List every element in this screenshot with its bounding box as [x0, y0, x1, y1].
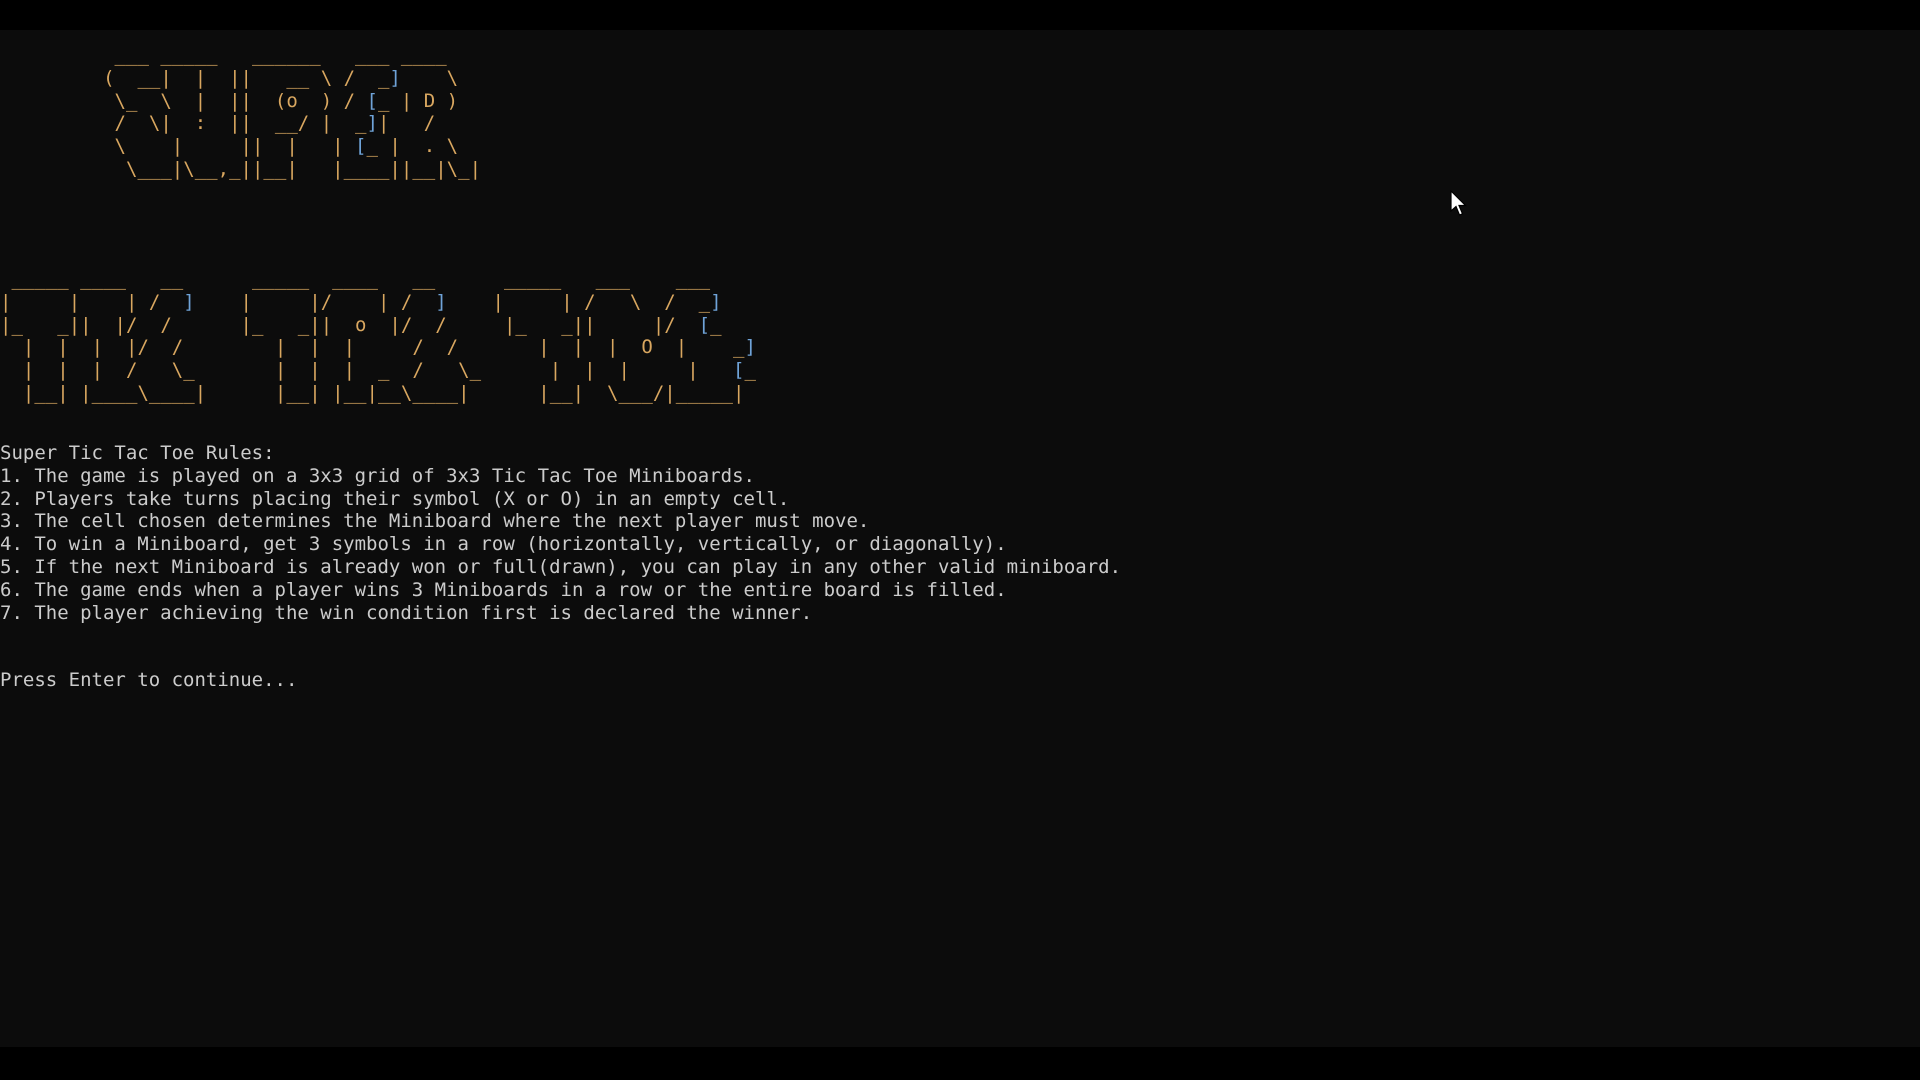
- rule-item: 7. The player achieving the win conditio…: [0, 601, 813, 624]
- ascii-art-line: / \| : || __/ | _]| /: [114, 112, 436, 135]
- ascii-art-line: | | | |/ / | | | / / | | | O | _]: [22, 336, 756, 359]
- rule-item: 5. If the next Miniboard is already won …: [0, 555, 1122, 578]
- ascii-art-line: \___|\__,_||__| |____||__|\_|: [125, 157, 482, 180]
- ascii-art-line: \ | || | | [_ | . \: [114, 135, 459, 158]
- rule-item: 1. The game is played on a 3x3 grid of 3…: [0, 464, 755, 487]
- terminal-console[interactable]: ___ _____ ______ ___ ____ ( __| | || __ …: [0, 30, 1920, 1047]
- ascii-art-line: | | | / ] | |/ | / ] | | / \ / _]: [0, 290, 722, 313]
- screen: ___ _____ ______ ___ ____ ( __| | || __ …: [0, 0, 1920, 1080]
- rule-item: 3. The cell chosen determines the Minibo…: [0, 510, 870, 533]
- rules-block: Super Tic Tac Toe Rules: 1. The game is …: [0, 442, 1121, 624]
- bottom-letterbox-bar: [0, 1047, 1920, 1080]
- rules-title: Super Tic Tac Toe Rules:: [0, 442, 275, 464]
- ascii-art-line: |__| |____\____| |__| |__|__\____| |__| …: [22, 381, 745, 404]
- rule-item: 6. The game ends when a player wins 3 Mi…: [0, 578, 1007, 601]
- ascii-art-line: _____ ____ __ _____ ____ __ _____ ___ __…: [11, 268, 711, 290]
- rule-item: 4. To win a Miniboard, get 3 symbols in …: [0, 533, 1007, 556]
- ascii-art-line: | | | / \_ | | | _ / \_ | | | | [_: [22, 359, 756, 382]
- rule-item: 2. Players take turns placing their symb…: [0, 487, 790, 510]
- ascii-tictactoe-title: _____ ____ __ _____ ____ __ _____ ___ __…: [0, 268, 756, 405]
- mouse-pointer-icon: [1450, 189, 1468, 218]
- continue-prompt: Press Enter to continue...: [0, 669, 298, 691]
- ascii-super-title: ___ _____ ______ ___ ____ ( __| | || __ …: [0, 44, 481, 181]
- top-letterbox-bar: [0, 0, 1920, 30]
- ascii-art-line: |_ _|| |/ / |_ _|| o |/ / |_ _|| |/ [_: [0, 313, 722, 336]
- ascii-art-line: ( __| | || __ \ / _] \: [103, 66, 459, 89]
- ascii-art-line: ___ _____ ______ ___ ____: [114, 44, 447, 66]
- ascii-art-line: \_ \ | || (o ) / [_ | D ): [114, 89, 459, 112]
